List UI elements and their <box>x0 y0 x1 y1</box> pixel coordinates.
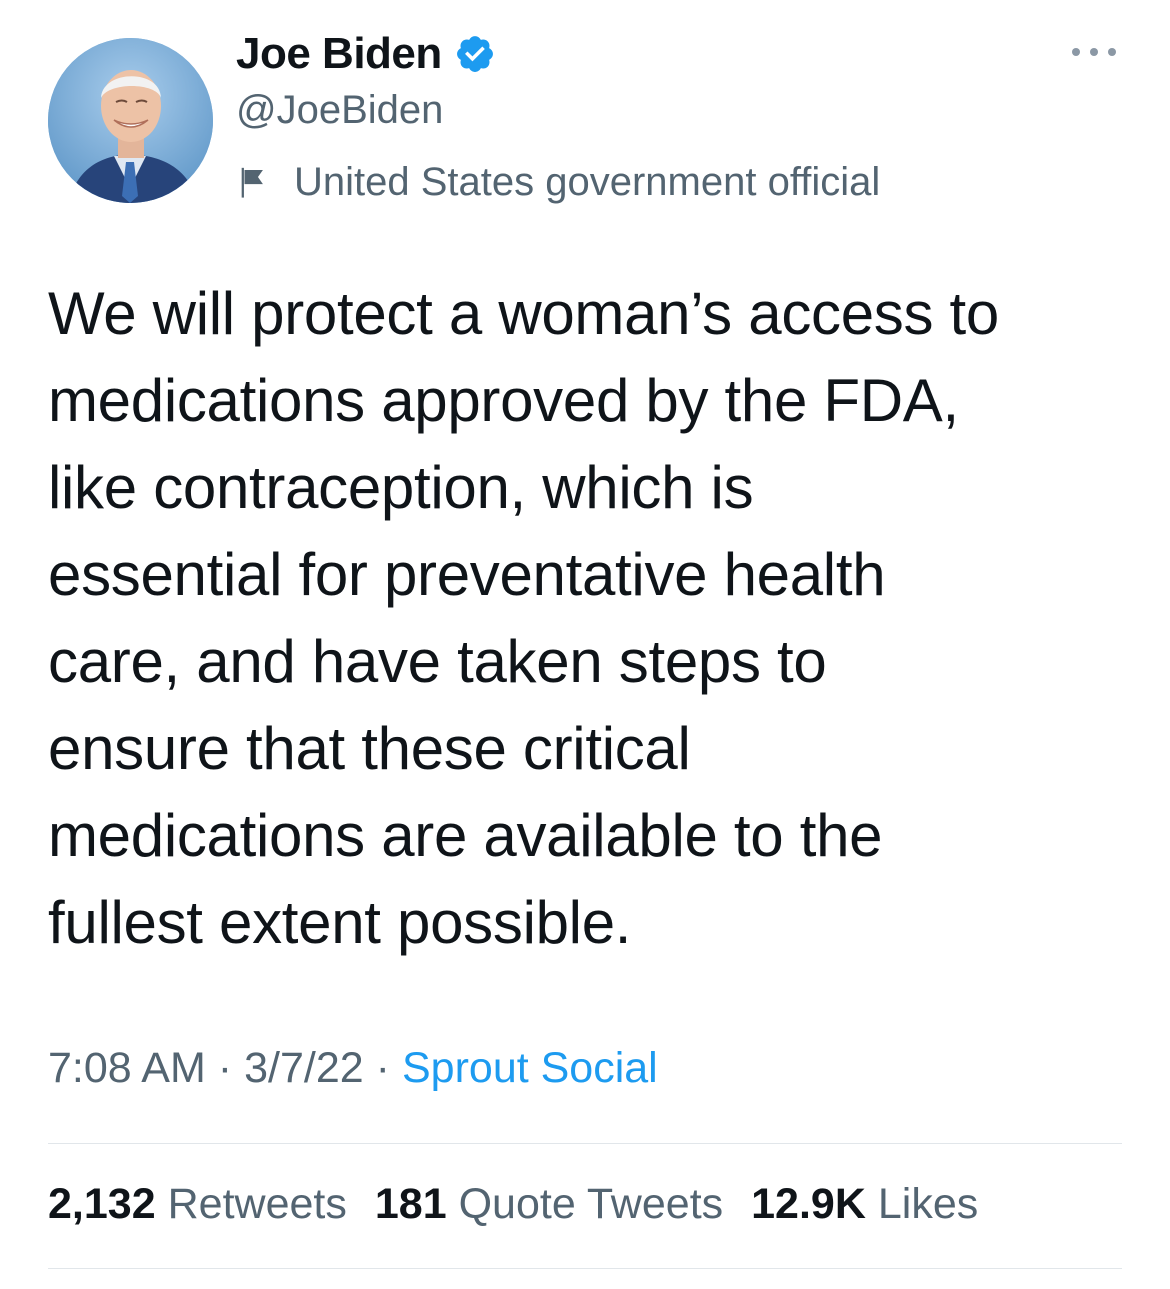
divider <box>48 1268 1122 1269</box>
author-name-row: Joe Biden <box>236 26 496 82</box>
tweet-stats: 2,132 Retweets 181 Quote Tweets 12.9K Li… <box>48 1180 1006 1229</box>
tweet-time[interactable]: 7:08 AM <box>48 1044 206 1092</box>
quote-tweets-label: Quote Tweets <box>458 1180 724 1228</box>
meta-separator: · <box>217 1044 233 1092</box>
divider <box>48 1143 1122 1144</box>
tweet-meta: 7:08 AM · 3/7/22 · Sprout Social <box>48 1044 658 1093</box>
more-options-icon[interactable] <box>1068 40 1120 64</box>
author-display-name[interactable]: Joe Biden <box>236 29 442 79</box>
retweets-label: Retweets <box>167 1180 347 1228</box>
author-avatar[interactable] <box>48 38 213 203</box>
quote-tweets-count: 181 <box>374 1180 447 1228</box>
account-label[interactable]: United States government official <box>236 156 880 208</box>
meta-separator: · <box>375 1044 390 1092</box>
tweet-date[interactable]: 3/7/22 <box>244 1044 364 1092</box>
avatar-image <box>48 38 213 203</box>
likes-label: Likes <box>877 1180 979 1228</box>
account-label-text: United States government official <box>294 159 881 204</box>
quote-tweets-stat[interactable]: 181 Quote Tweets <box>375 1180 723 1229</box>
likes-count: 12.9K <box>751 1180 866 1228</box>
tweet-text: We will protect a woman’s access to medi… <box>48 280 999 956</box>
likes-stat[interactable]: 12.9K Likes <box>751 1180 978 1229</box>
tweet-source-link[interactable]: Sprout Social <box>402 1044 658 1092</box>
retweets-count: 2,132 <box>48 1180 156 1228</box>
retweets-stat[interactable]: 2,132 Retweets <box>48 1180 347 1229</box>
verified-badge-icon <box>456 36 493 72</box>
government-flag-icon <box>241 167 263 198</box>
author-handle[interactable]: @JoeBiden <box>236 88 443 133</box>
